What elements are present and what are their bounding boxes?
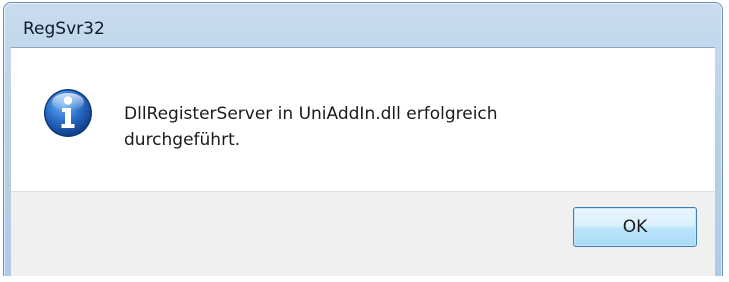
background-strip	[0, 276, 729, 282]
info-icon	[43, 88, 93, 138]
dialog-window: RegSvr32 DllRegisterServer in UniAddIn.d…	[3, 2, 723, 278]
ok-button[interactable]: OK	[573, 207, 697, 247]
message-line-2: durchgeführt.	[124, 130, 241, 150]
button-bar: OK	[11, 191, 715, 277]
dialog-client-area: DllRegisterServer in UniAddIn.dll erfolg…	[11, 47, 715, 277]
message-area: DllRegisterServer in UniAddIn.dll erfolg…	[11, 48, 715, 191]
title-bar[interactable]: RegSvr32	[4, 3, 722, 47]
message-line-1: DllRegisterServer in UniAddIn.dll erfolg…	[124, 104, 498, 124]
message-text: DllRegisterServer in UniAddIn.dll erfolg…	[124, 101, 684, 153]
window-title: RegSvr32	[23, 19, 105, 39]
